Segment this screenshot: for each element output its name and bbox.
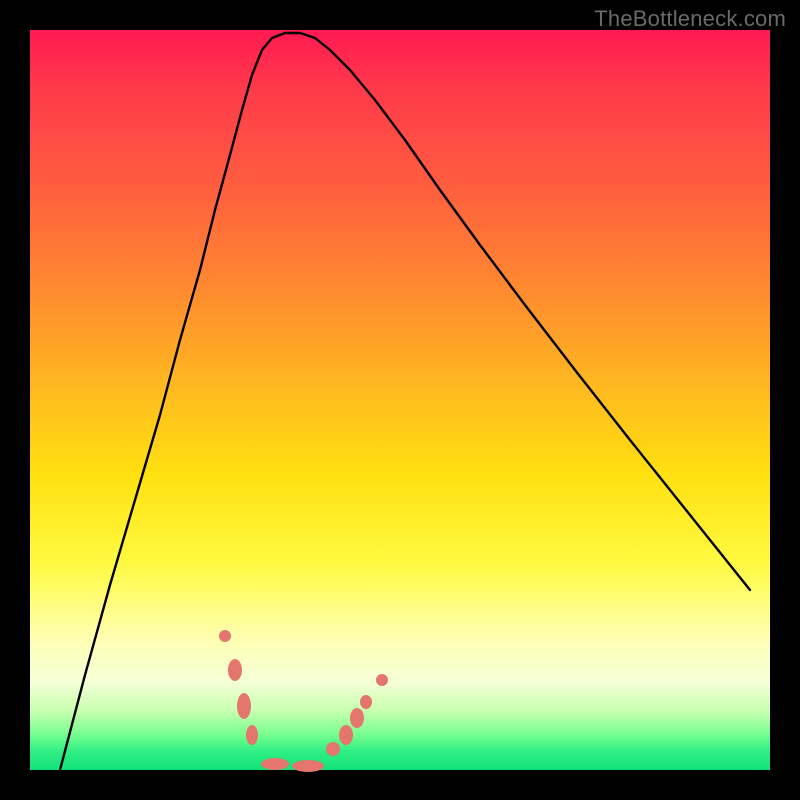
outer-frame: TheBottleneck.com [0, 0, 800, 800]
plot-area [30, 30, 770, 770]
curve-marker [350, 708, 364, 728]
bottleneck-curve [60, 33, 750, 770]
watermark-text: TheBottleneck.com [594, 6, 786, 32]
curve-marker [237, 693, 251, 719]
curve-marker [339, 725, 353, 745]
curve-marker [292, 760, 324, 772]
curve-marker [228, 659, 242, 681]
curve-marker [360, 695, 372, 709]
curve-markers [219, 630, 388, 772]
chart-svg [30, 30, 770, 770]
curve-marker [326, 742, 340, 756]
curve-marker [376, 674, 388, 686]
curve-marker [246, 725, 258, 745]
curve-marker [261, 758, 289, 770]
curve-marker [219, 630, 231, 642]
